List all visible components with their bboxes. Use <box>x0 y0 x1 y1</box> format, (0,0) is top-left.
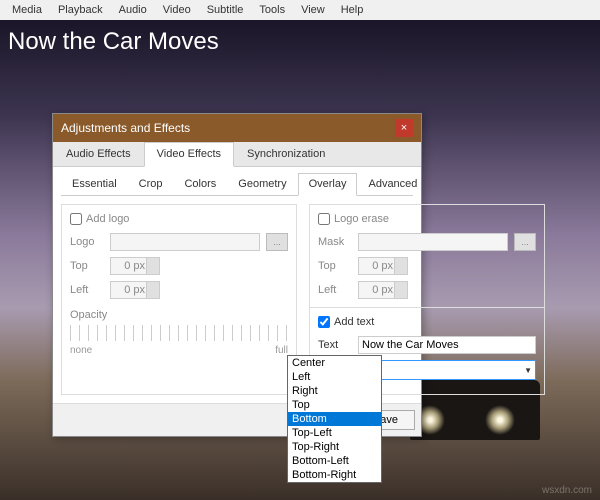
logo-path-label: Logo <box>70 236 104 248</box>
erase-top-spinner[interactable]: 0 px <box>358 257 408 275</box>
position-option-right[interactable]: Right <box>288 384 381 398</box>
logo-left-label: Left <box>70 284 104 296</box>
subtab-essential[interactable]: Essential <box>61 173 128 195</box>
add-logo-checkbox[interactable] <box>70 213 82 225</box>
menu-bar: Media Playback Audio Video Subtitle Tool… <box>0 0 600 20</box>
tab-synchronization[interactable]: Synchronization <box>234 142 338 166</box>
position-option-bottom[interactable]: Bottom <box>288 412 381 426</box>
video-content <box>485 405 515 435</box>
subtab-geometry[interactable]: Geometry <box>227 173 297 195</box>
dialog-titlebar[interactable]: Adjustments and Effects × <box>53 114 421 142</box>
position-dropdown-list: Center Left Right Top Bottom Top-Left To… <box>287 355 382 483</box>
tab-video-effects[interactable]: Video Effects <box>144 142 234 167</box>
mask-label: Mask <box>318 236 352 248</box>
close-icon[interactable]: × <box>395 119 413 137</box>
position-option-top-right[interactable]: Top-Right <box>288 440 381 454</box>
subtab-advanced[interactable]: Advanced <box>357 173 428 195</box>
position-option-bottom-right[interactable]: Bottom-Right <box>288 468 381 482</box>
logo-browse-button[interactable]: ... <box>266 233 288 251</box>
position-dropdown[interactable] <box>358 360 536 380</box>
position-option-center[interactable]: Center <box>288 356 381 370</box>
text-field-input[interactable] <box>358 336 536 354</box>
add-text-checkbox[interactable] <box>318 316 330 328</box>
add-text-label: Add text <box>334 316 374 328</box>
erase-left-label: Left <box>318 284 352 296</box>
text-field-label: Text <box>318 339 352 351</box>
logo-top-label: Top <box>70 260 104 272</box>
subtab-crop[interactable]: Crop <box>128 173 174 195</box>
add-logo-label: Add logo <box>86 213 129 225</box>
menu-audio[interactable]: Audio <box>111 4 155 16</box>
menu-media[interactable]: Media <box>4 4 50 16</box>
subtab-overlay[interactable]: Overlay <box>298 173 358 196</box>
logo-top-spinner[interactable]: 0 px <box>110 257 160 275</box>
menu-video[interactable]: Video <box>155 4 199 16</box>
opacity-slider[interactable] <box>70 325 288 341</box>
video-overlay-text: Now the Car Moves <box>8 28 219 56</box>
subtab-colors[interactable]: Colors <box>173 173 227 195</box>
position-option-top[interactable]: Top <box>288 398 381 412</box>
tab-audio-effects[interactable]: Audio Effects <box>53 142 144 166</box>
menu-playback[interactable]: Playback <box>50 4 111 16</box>
menu-help[interactable]: Help <box>333 4 372 16</box>
mask-browse-button[interactable]: ... <box>514 233 536 251</box>
add-logo-panel: Add logo Logo ... Top 0 px Left 0 px Opa… <box>61 204 297 395</box>
main-tabs: Audio Effects Video Effects Synchronizat… <box>53 142 421 167</box>
watermark: wsxdn.com <box>542 485 592 496</box>
opacity-min-label: none <box>70 345 92 356</box>
position-option-bottom-left[interactable]: Bottom-Left <box>288 454 381 468</box>
menu-subtitle[interactable]: Subtitle <box>199 4 252 16</box>
menu-view[interactable]: View <box>293 4 333 16</box>
position-option-top-left[interactable]: Top-Left <box>288 426 381 440</box>
logo-left-spinner[interactable]: 0 px <box>110 281 160 299</box>
logo-erase-label: Logo erase <box>334 213 389 225</box>
position-option-left[interactable]: Left <box>288 370 381 384</box>
logo-erase-checkbox[interactable] <box>318 213 330 225</box>
dialog-title-text: Adjustments and Effects <box>61 121 190 135</box>
erase-left-spinner[interactable]: 0 px <box>358 281 408 299</box>
logo-path-input[interactable] <box>110 233 260 251</box>
sub-tabs: Essential Crop Colors Geometry Overlay A… <box>61 173 413 196</box>
mask-input[interactable] <box>358 233 508 251</box>
erase-top-label: Top <box>318 260 352 272</box>
menu-tools[interactable]: Tools <box>251 4 293 16</box>
opacity-label: Opacity <box>70 309 288 321</box>
